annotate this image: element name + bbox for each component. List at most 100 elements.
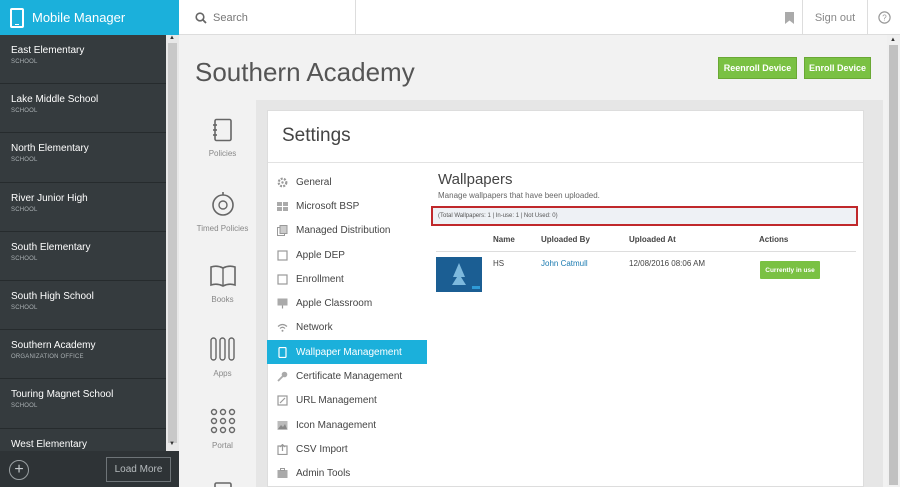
app-brand[interactable]: Mobile Manager (0, 0, 179, 35)
menu-item-admin-tools[interactable]: Admin Tools (267, 462, 427, 486)
scroll-up-icon[interactable]: ▲ (169, 35, 175, 41)
help-button[interactable]: ? (868, 0, 900, 35)
menu-label: Apple DEP (296, 249, 345, 261)
column-header-uploaded-by[interactable]: Uploaded By (541, 235, 590, 244)
copy-icon (277, 225, 288, 237)
main-scrollbar[interactable]: ▲ (887, 35, 900, 487)
grid-dots-icon (210, 408, 235, 434)
bookmark-button[interactable] (776, 0, 802, 35)
nav-label: Portal (212, 441, 233, 450)
bookmark-icon (784, 11, 794, 24)
sidebar-item-west-elementary[interactable]: West Elementary (0, 429, 166, 452)
search-box[interactable]: Search (179, 0, 356, 35)
nav-policies[interactable]: Policies (195, 118, 250, 158)
menu-label: Enrollment (296, 273, 344, 285)
scroll-down-icon[interactable]: ▼ (169, 441, 175, 447)
nav-label: Books (211, 295, 234, 304)
nav-more[interactable] (195, 478, 250, 487)
menu-item-general[interactable]: General (267, 170, 427, 194)
menu-item-apple-classroom[interactable]: Apple Classroom (267, 291, 427, 315)
org-name: Southern Academy (11, 340, 96, 352)
page-title: Southern Academy (195, 57, 415, 87)
link-icon (277, 395, 288, 406)
uploader-link[interactable]: John Catmull (541, 259, 588, 268)
org-type: SCHOOL (11, 108, 38, 115)
org-type: SCHOOL (11, 206, 38, 213)
organization-list: East Elementary SCHOOL Lake Middle School… (0, 35, 166, 451)
org-type: SCHOOL (11, 157, 38, 164)
org-name: North Elementary (11, 143, 89, 155)
org-type: SCHOOL (11, 59, 38, 65)
org-name: Lake Middle School (11, 94, 99, 106)
gear-icon (277, 177, 288, 188)
menu-label: Microsoft BSP (296, 200, 360, 212)
add-organization-button[interactable]: + (9, 460, 29, 480)
sidebar-item-east-elementary[interactable]: East Elementary SCHOOL (0, 35, 166, 85)
menu-item-managed-distribution[interactable]: Managed Distribution (267, 219, 427, 243)
app-title: Mobile Manager (32, 10, 126, 25)
menu-item-network[interactable]: Network (267, 316, 427, 340)
menu-label: URL Management (296, 395, 377, 407)
sidebar-item-river-junior-high[interactable]: River Junior High SCHOOL (0, 183, 166, 232)
tablet-icon (277, 346, 288, 358)
tools-icon (277, 468, 288, 479)
menu-item-csv-import[interactable]: CSV Import (267, 437, 427, 461)
menu-item-url-management[interactable]: URL Management (267, 389, 427, 413)
column-header-uploaded-at[interactable]: Uploaded At (629, 235, 676, 244)
reenroll-device-button[interactable]: Reenroll Device (718, 57, 797, 79)
image-icon (277, 420, 288, 431)
settings-menu: General Microsoft BSP Managed Distributi… (267, 170, 427, 486)
org-name: East Elementary (11, 45, 85, 56)
menu-item-apple-dep[interactable]: Apple DEP (267, 243, 427, 267)
org-name: Touring Magnet School (11, 389, 114, 401)
nav-apps[interactable]: Apps (195, 336, 250, 378)
settings-title: Settings (282, 125, 351, 146)
wallpaper-thumbnail[interactable] (436, 257, 482, 292)
help-icon: ? (877, 11, 891, 24)
sidebar-item-touring-magnet-school[interactable]: Touring Magnet School SCHOOL (0, 379, 166, 429)
menu-label: Apple Classroom (296, 298, 373, 310)
nav-books[interactable]: Books (195, 264, 250, 304)
upload-timestamp: 12/08/2016 08:06 AM (629, 259, 706, 268)
sidebar-item-southern-academy[interactable]: Southern Academy ORGANIZATION OFFICE (0, 330, 166, 380)
sidebar-item-north-elementary[interactable]: North Elementary SCHOOL (0, 133, 166, 183)
wallpaper-name: HS (493, 259, 505, 268)
key-icon (277, 371, 288, 382)
menu-item-wallpaper-management[interactable]: Wallpaper Management (267, 340, 427, 365)
divider (436, 251, 856, 252)
org-type: SCHOOL (11, 304, 38, 311)
menu-item-certificate-management[interactable]: Certificate Management (267, 364, 427, 388)
nav-portal[interactable]: Portal (195, 408, 250, 450)
sign-out-link[interactable]: Sign out (802, 0, 868, 35)
currently-in-use-button[interactable]: Currently in use (760, 261, 820, 279)
scroll-up-icon[interactable]: ▲ (890, 37, 896, 43)
menu-item-icon-management[interactable]: Icon Management (267, 413, 427, 437)
org-name: South High School (11, 290, 94, 302)
sidebar-item-lake-middle-school[interactable]: Lake Middle School SCHOOL (0, 84, 166, 134)
menu-label: Admin Tools (296, 468, 351, 480)
enroll-device-button[interactable]: Enroll Device (804, 57, 871, 79)
column-header-name[interactable]: Name (493, 235, 515, 244)
sidebar-item-south-elementary[interactable]: South Elementary SCHOOL (0, 232, 166, 281)
org-type: SCHOOL (11, 255, 38, 262)
notebook-icon (212, 118, 232, 142)
mobile-device-icon (10, 7, 24, 28)
sidebar-footer: + Load More (0, 451, 179, 487)
menu-item-microsoft-bsp[interactable]: Microsoft BSP (267, 194, 427, 218)
sidebar-scroll-thumb[interactable] (168, 43, 177, 443)
menu-item-enrollment[interactable]: Enrollment (267, 267, 427, 291)
nav-label: Timed Policies (196, 224, 249, 233)
org-type: SCHOOL (11, 403, 38, 410)
sidebar-item-south-high-school[interactable]: South High School SCHOOL (0, 281, 166, 331)
svg-text:?: ? (882, 14, 887, 23)
sidebar-scrollbar[interactable]: ▲ ▼ (166, 35, 179, 451)
checkbox-icon (277, 249, 288, 261)
search-input[interactable]: Search (213, 12, 248, 24)
nav-timed-policies[interactable]: Timed Policies (195, 191, 250, 233)
load-more-button[interactable]: Load More (106, 457, 171, 482)
main-scroll-thumb[interactable] (889, 45, 898, 485)
menu-label: Managed Distribution (296, 225, 391, 237)
org-name: West Elementary (11, 438, 87, 450)
menu-label: CSV Import (296, 443, 348, 455)
organization-sidebar: East Elementary SCHOOL Lake Middle School… (0, 35, 179, 487)
